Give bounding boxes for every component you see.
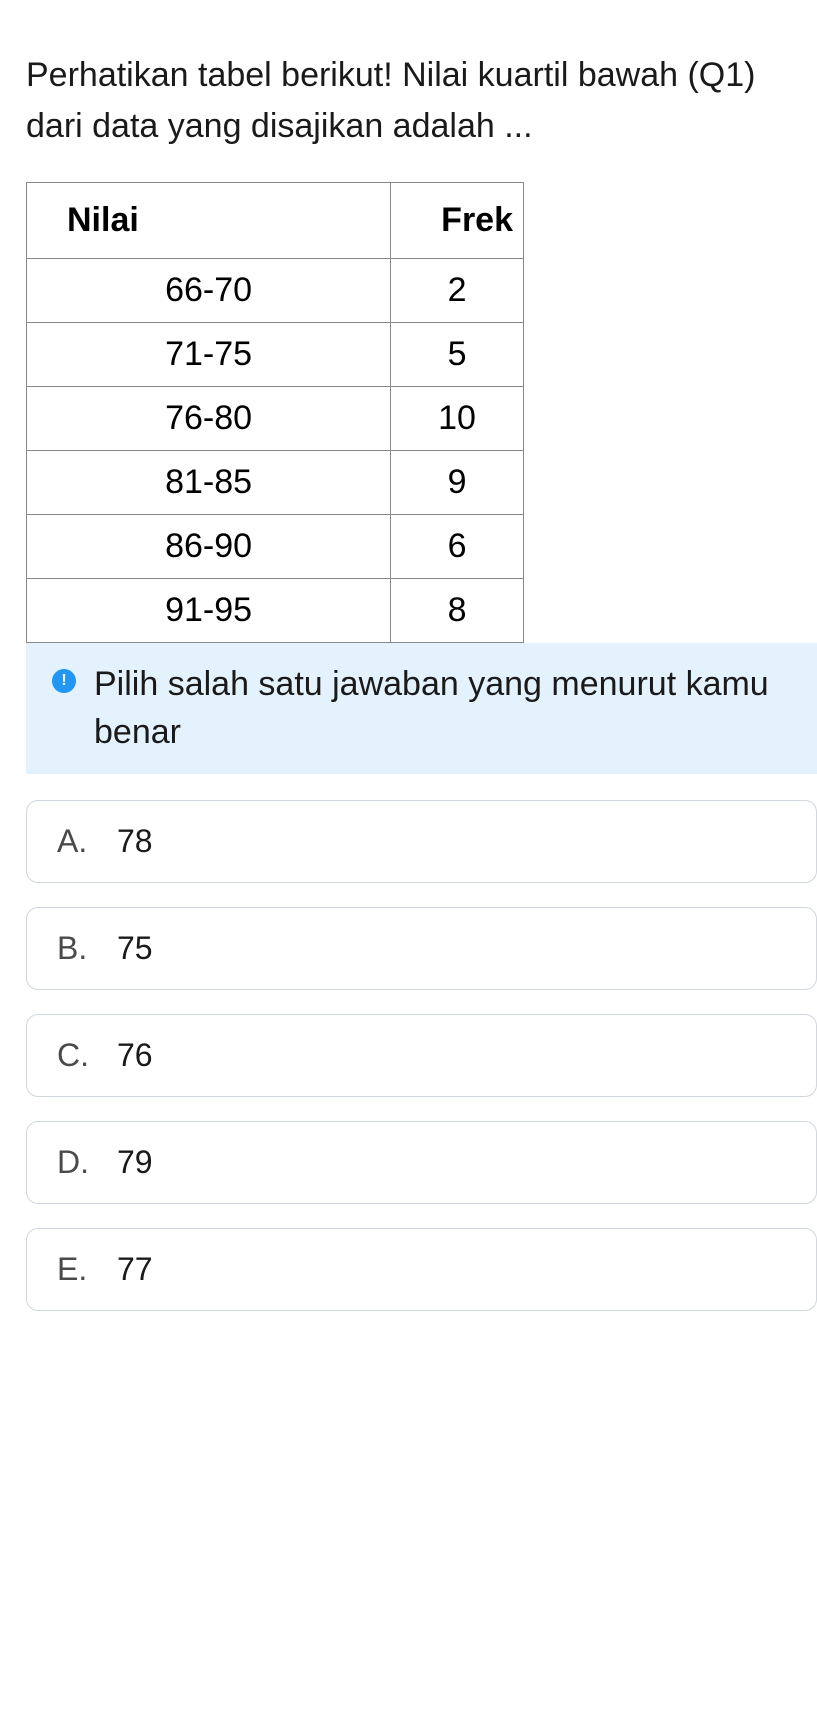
table-cell-nilai: 66-70 xyxy=(27,259,391,323)
info-icon-label: ! xyxy=(61,672,66,690)
table-header-frek: Frek xyxy=(391,183,524,259)
option-b[interactable]: B. 75 xyxy=(26,907,817,990)
table-row: 81-85 9 xyxy=(27,451,524,515)
question-text: Perhatikan tabel berikut! Nilai kuartil … xyxy=(0,0,817,182)
table-cell-nilai: 76-80 xyxy=(27,387,391,451)
option-value: 77 xyxy=(117,1251,153,1288)
table-header-nilai: Nilai xyxy=(27,183,391,259)
table-cell-frek: 10 xyxy=(391,387,524,451)
table-row: 71-75 5 xyxy=(27,323,524,387)
info-box: ! Pilih salah satu jawaban yang menurut … xyxy=(26,643,817,774)
table-cell-frek: 2 xyxy=(391,259,524,323)
table-cell-frek: 8 xyxy=(391,579,524,643)
table-row: 76-80 10 xyxy=(27,387,524,451)
table-row: 66-70 2 xyxy=(27,259,524,323)
table-cell-nilai: 81-85 xyxy=(27,451,391,515)
table-row: 91-95 8 xyxy=(27,579,524,643)
options-container: A. 78 B. 75 C. 76 D. 79 E. 77 xyxy=(0,774,817,1311)
option-c[interactable]: C. 76 xyxy=(26,1014,817,1097)
table-cell-frek: 5 xyxy=(391,323,524,387)
option-letter: E. xyxy=(57,1251,93,1288)
data-table: Nilai Frek 66-70 2 71-75 5 76-80 10 81-8… xyxy=(26,182,524,643)
info-icon: ! xyxy=(52,669,76,693)
option-value: 76 xyxy=(117,1037,153,1074)
option-d[interactable]: D. 79 xyxy=(26,1121,817,1204)
option-letter: A. xyxy=(57,823,93,860)
option-value: 75 xyxy=(117,930,153,967)
option-value: 78 xyxy=(117,823,153,860)
info-text: Pilih salah satu jawaban yang menurut ka… xyxy=(94,661,791,756)
table-header-row: Nilai Frek xyxy=(27,183,524,259)
option-letter: D. xyxy=(57,1144,93,1181)
table-cell-frek: 6 xyxy=(391,515,524,579)
option-letter: C. xyxy=(57,1037,93,1074)
table-cell-nilai: 86-90 xyxy=(27,515,391,579)
table-cell-nilai: 91-95 xyxy=(27,579,391,643)
option-letter: B. xyxy=(57,930,93,967)
table-cell-nilai: 71-75 xyxy=(27,323,391,387)
option-value: 79 xyxy=(117,1144,153,1181)
table-cell-frek: 9 xyxy=(391,451,524,515)
option-e[interactable]: E. 77 xyxy=(26,1228,817,1311)
table-row: 86-90 6 xyxy=(27,515,524,579)
option-a[interactable]: A. 78 xyxy=(26,800,817,883)
